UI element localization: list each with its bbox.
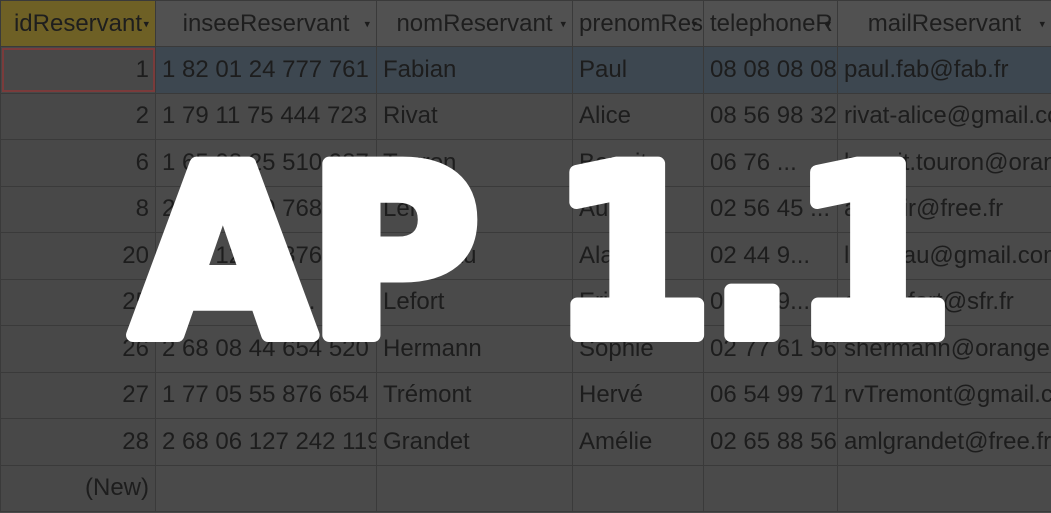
- telephone-cell[interactable]: 06 65 9...: [703, 278, 838, 326]
- insee-cell[interactable]: 1 82 01 24 777 761: [155, 46, 377, 94]
- telephone-cell[interactable]: 06 76 ...: [703, 139, 838, 187]
- telephone-cell[interactable]: 02 77 61 56 23: [703, 325, 838, 373]
- telephone-cell[interactable]: 06 54 99 71 22: [703, 371, 838, 419]
- table-row[interactable]: 25 1 70 01 55 5... Lefort Eric 06 65 9... eri…: [0, 278, 1051, 326]
- insee-cell[interactable]: 1 79 11 75 444 723: [155, 92, 377, 140]
- dropdown-arrow-icon[interactable]: ▾: [825, 17, 831, 30]
- telephone-cell[interactable]: 02 65 88 56 10: [703, 418, 838, 466]
- id-cell[interactable]: 26: [0, 325, 156, 373]
- nom-cell[interactable]: Trémont: [376, 371, 573, 419]
- nom-cell[interactable]: Rivat: [376, 92, 573, 140]
- datasheet-grid: idReservant ▾ inseeReservant ▾ nomReservan…: [0, 0, 1051, 513]
- nom-cell[interactable]: Fabian: [376, 46, 573, 94]
- mail-cell[interactable]: shermann@orange.fr: [837, 325, 1051, 373]
- insee-cell[interactable]: 1 77 05 55 876 654: [155, 371, 377, 419]
- column-header-prenomreservant[interactable]: prenomResé ▾: [572, 0, 704, 47]
- dropdown-arrow-icon[interactable]: ▾: [364, 17, 370, 30]
- table-cell[interactable]: [837, 464, 1051, 512]
- id-cell[interactable]: 8: [0, 185, 156, 233]
- mail-cell[interactable]: paul.fab@fab.fr: [837, 46, 1051, 94]
- mail-cell[interactable]: eric.lefort@sfr.fr: [837, 278, 1051, 326]
- header-row: idReservant ▾ inseeReservant ▾ nomReservan…: [0, 0, 1051, 47]
- reservant-table: idReservant ▾ inseeReservant ▾ nomReservan…: [0, 0, 1051, 512]
- dropdown-arrow-icon[interactable]: ▾: [560, 17, 566, 30]
- table-row[interactable]: 11 82 01 24 777 761 Fabian Paul 08 08 08 08…: [0, 46, 1051, 94]
- nom-cell[interactable]: Landeau: [376, 232, 573, 280]
- table-row[interactable]: 21 79 11 75 444 723 Rivat Alice 08 56 98 32…: [0, 92, 1051, 140]
- nom-cell[interactable]: Lenoir: [376, 185, 573, 233]
- prenom-cell[interactable]: Benoit: [572, 139, 704, 187]
- insee-cell[interactable]: 2 68 08 44 654 520: [155, 325, 377, 373]
- id-cell[interactable]: 6: [0, 139, 156, 187]
- telephone-cell[interactable]: 02 56 45 ...: [703, 185, 838, 233]
- column-header-inseereservant[interactable]: inseeReservant ▾: [155, 0, 377, 47]
- mail-cell[interactable]: benoit.touron@orange: [837, 139, 1051, 187]
- prenom-cell[interactable]: Alice: [572, 92, 704, 140]
- id-cell[interactable]: 20: [0, 232, 156, 280]
- mail-cell[interactable]: landeau@gmail.com: [837, 232, 1051, 280]
- nom-cell[interactable]: Hermann: [376, 325, 573, 373]
- id-cell[interactable]: 25: [0, 278, 156, 326]
- insee-cell[interactable]: 1 65 08 25 510 987: [155, 139, 377, 187]
- telephone-cell[interactable]: 08 56 98 32 54: [703, 92, 838, 140]
- insee-cell[interactable]: 1 70 01 55 5...: [155, 278, 377, 326]
- column-header-mailreservant[interactable]: mailReservant ▾: [837, 0, 1051, 47]
- mail-cell[interactable]: amlgrandet@free.fr: [837, 418, 1051, 466]
- table-row[interactable]: 20 1 69 12 55 876 ... Landeau Alain 02 44 9.…: [0, 232, 1051, 280]
- mail-cell[interactable]: rivat-alice@gmail.com: [837, 92, 1051, 140]
- table-row[interactable]: 28 2 68 06 127 242 119 Grandet Amélie 02 65 …: [0, 418, 1051, 466]
- table-cell[interactable]: [155, 464, 377, 512]
- id-cell[interactable]: 1: [0, 46, 156, 94]
- nom-cell[interactable]: Grandet: [376, 418, 573, 466]
- prenom-cell[interactable]: Hervé: [572, 371, 704, 419]
- insee-cell[interactable]: 1 69 12 55 876 ...: [155, 232, 377, 280]
- mail-cell[interactable]: rvTremont@gmail.com: [837, 371, 1051, 419]
- table-cell[interactable]: [376, 464, 573, 512]
- dropdown-arrow-icon[interactable]: ▾: [143, 17, 149, 30]
- prenom-cell[interactable]: Paul: [572, 46, 704, 94]
- table-row[interactable]: 27 1 77 05 55 876 654 Trémont Hervé 06 54 99…: [0, 371, 1051, 419]
- new-record-cell[interactable]: (New): [0, 464, 156, 512]
- prenom-cell[interactable]: Aurélie: [572, 185, 704, 233]
- id-cell[interactable]: 28: [0, 418, 156, 466]
- column-header-telephonereservant[interactable]: telephoneR ▾: [703, 0, 838, 47]
- table-cell[interactable]: [703, 464, 838, 512]
- column-header-idreservant[interactable]: idReservant ▾: [0, 0, 156, 47]
- dropdown-arrow-icon[interactable]: ▾: [1039, 17, 1045, 30]
- mail-cell[interactable]: alenoir@free.fr: [837, 185, 1051, 233]
- prenom-cell[interactable]: Eric: [572, 278, 704, 326]
- nom-cell[interactable]: Touron: [376, 139, 573, 187]
- id-cell[interactable]: 2: [0, 92, 156, 140]
- telephone-cell[interactable]: 02 44 9...: [703, 232, 838, 280]
- prenom-cell[interactable]: Amélie: [572, 418, 704, 466]
- dropdown-arrow-icon[interactable]: ▾: [691, 17, 697, 30]
- column-header-nomreservant[interactable]: nomReservant ▾: [376, 0, 573, 47]
- table-row[interactable]: 61 65 08 25 510 987 Touron Benoit 06 76 ...…: [0, 139, 1051, 187]
- nom-cell[interactable]: Lefort: [376, 278, 573, 326]
- prenom-cell[interactable]: Alain: [572, 232, 704, 280]
- insee-cell[interactable]: 2 68 06 127 242 119: [155, 418, 377, 466]
- table-row[interactable]: 82 71 02 40 768 512 Lenoir Aurélie 02 56 45…: [0, 185, 1051, 233]
- insee-cell[interactable]: 2 71 02 40 768 512: [155, 185, 377, 233]
- table-row[interactable]: 26 2 68 08 44 654 520 Hermann Sophie 02 77 6…: [0, 325, 1051, 373]
- prenom-cell[interactable]: Sophie: [572, 325, 704, 373]
- id-cell[interactable]: 27: [0, 371, 156, 419]
- table-cell[interactable]: [572, 464, 704, 512]
- telephone-cell[interactable]: 08 08 08 08 05: [703, 46, 838, 94]
- new-record-row[interactable]: (New): [0, 464, 1051, 512]
